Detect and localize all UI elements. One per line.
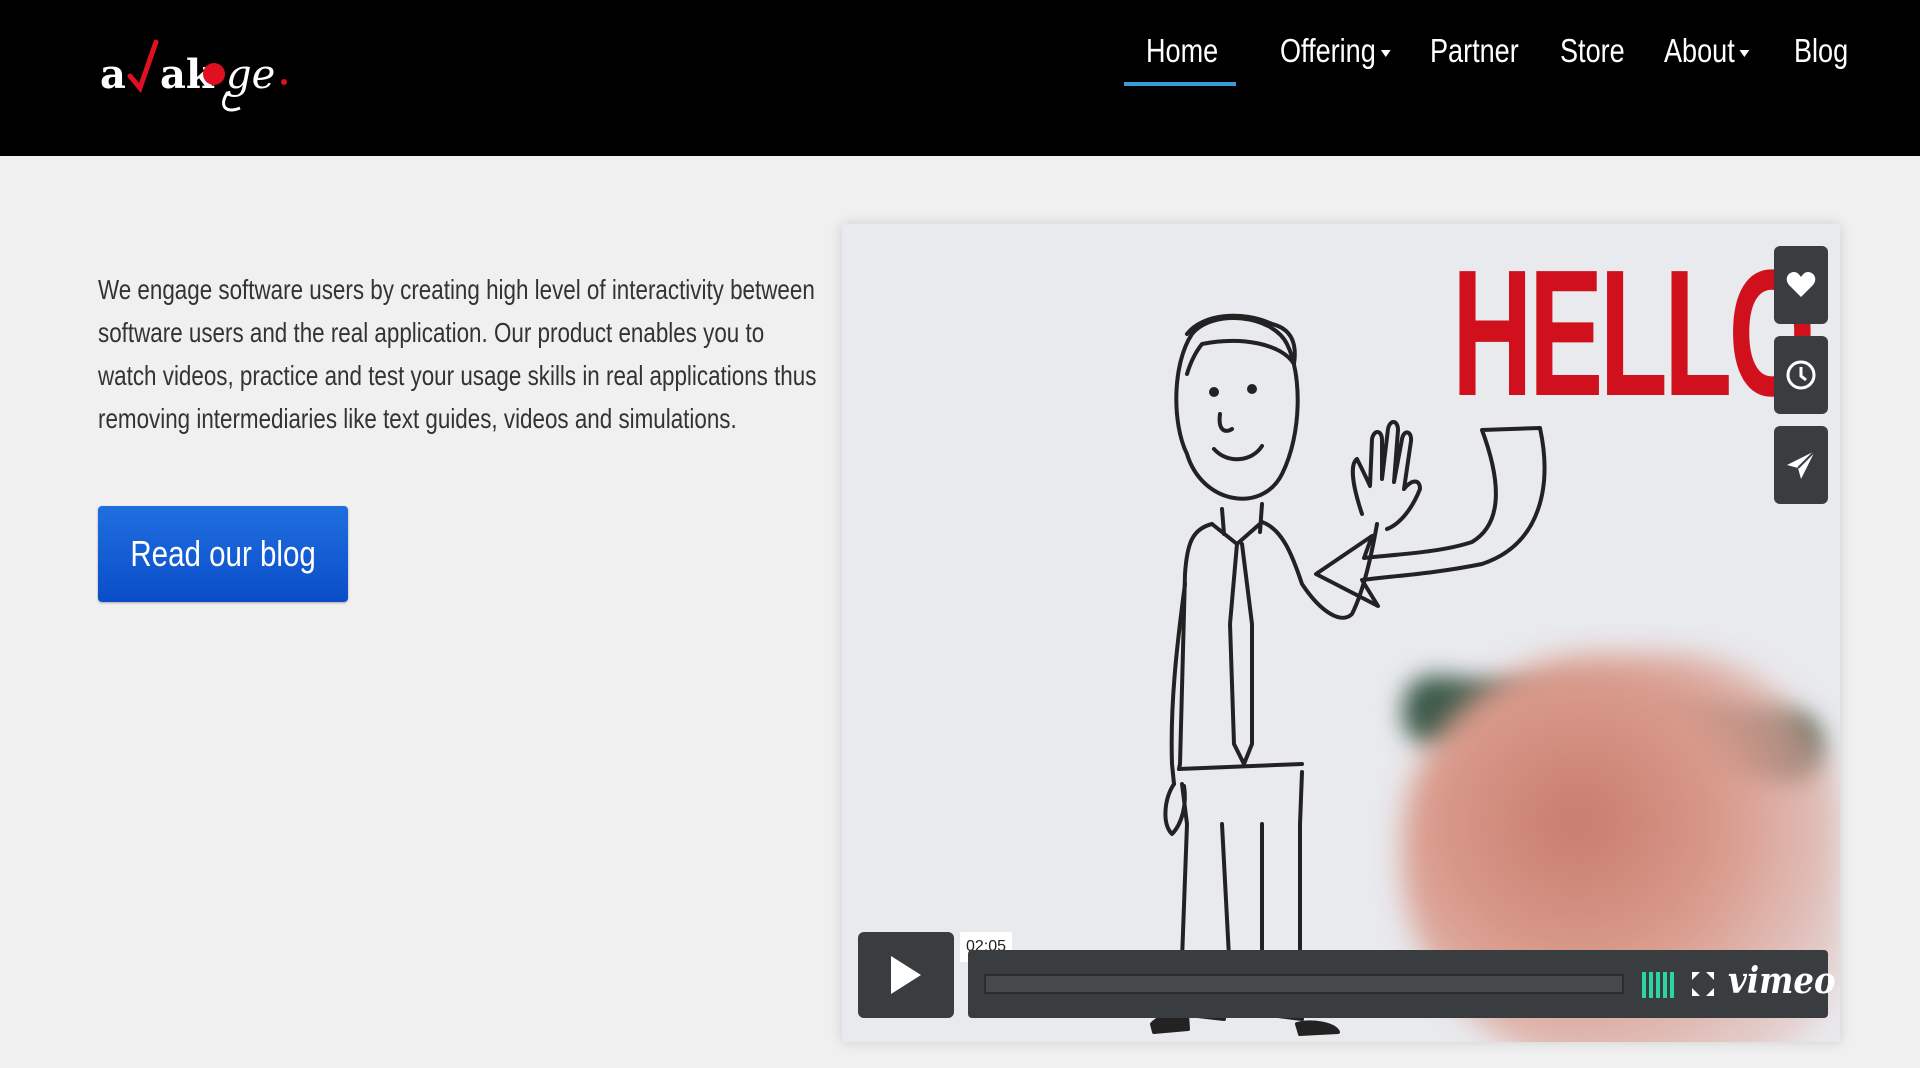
fullscreen-icon[interactable] bbox=[1690, 970, 1716, 998]
nav-label-offering: Offering bbox=[1280, 32, 1376, 69]
main-nav: Home Offering Partner Store About Blog bbox=[1124, 28, 1849, 88]
svg-text:a: a bbox=[100, 51, 126, 98]
nav-label-store: Store bbox=[1560, 32, 1625, 69]
video-controls-bar: vimeo bbox=[968, 950, 1836, 1018]
progress-bar[interactable] bbox=[984, 974, 1624, 994]
nav-label-home: Home bbox=[1146, 32, 1219, 69]
volume-control[interactable] bbox=[1642, 972, 1678, 998]
nav-label-partner: Partner bbox=[1430, 32, 1519, 69]
caret-down-icon bbox=[1380, 49, 1391, 57]
play-button[interactable] bbox=[858, 932, 954, 1018]
read-blog-button[interactable]: Read our blog bbox=[98, 506, 348, 602]
read-blog-button-label: Read our blog bbox=[130, 533, 316, 574]
site-logo[interactable]: a ak ge bbox=[100, 36, 290, 116]
like-button[interactable] bbox=[1774, 246, 1828, 324]
caret-down-icon bbox=[1739, 49, 1750, 57]
heart-icon bbox=[1786, 272, 1816, 297]
svg-text:ge: ge bbox=[226, 52, 275, 98]
intro-paragraph: We engage software users by creating hig… bbox=[98, 274, 817, 434]
send-icon bbox=[1787, 450, 1816, 479]
video-player[interactable]: HELLO 02:05 vimeo bbox=[842, 224, 1840, 1042]
vimeo-logo[interactable]: vimeo bbox=[1728, 960, 1836, 1002]
clock-icon bbox=[1786, 360, 1816, 390]
site-header: a ak ge Home Offering Partner Store Abou… bbox=[0, 0, 1920, 156]
active-nav-indicator bbox=[1124, 82, 1236, 86]
nav-label-about: About bbox=[1664, 32, 1735, 69]
play-icon bbox=[891, 956, 921, 994]
logo-graphic: a ak ge bbox=[100, 39, 287, 112]
watch-later-button[interactable] bbox=[1774, 336, 1828, 414]
share-button[interactable] bbox=[1774, 426, 1828, 504]
nav-label-blog: Blog bbox=[1794, 32, 1849, 69]
